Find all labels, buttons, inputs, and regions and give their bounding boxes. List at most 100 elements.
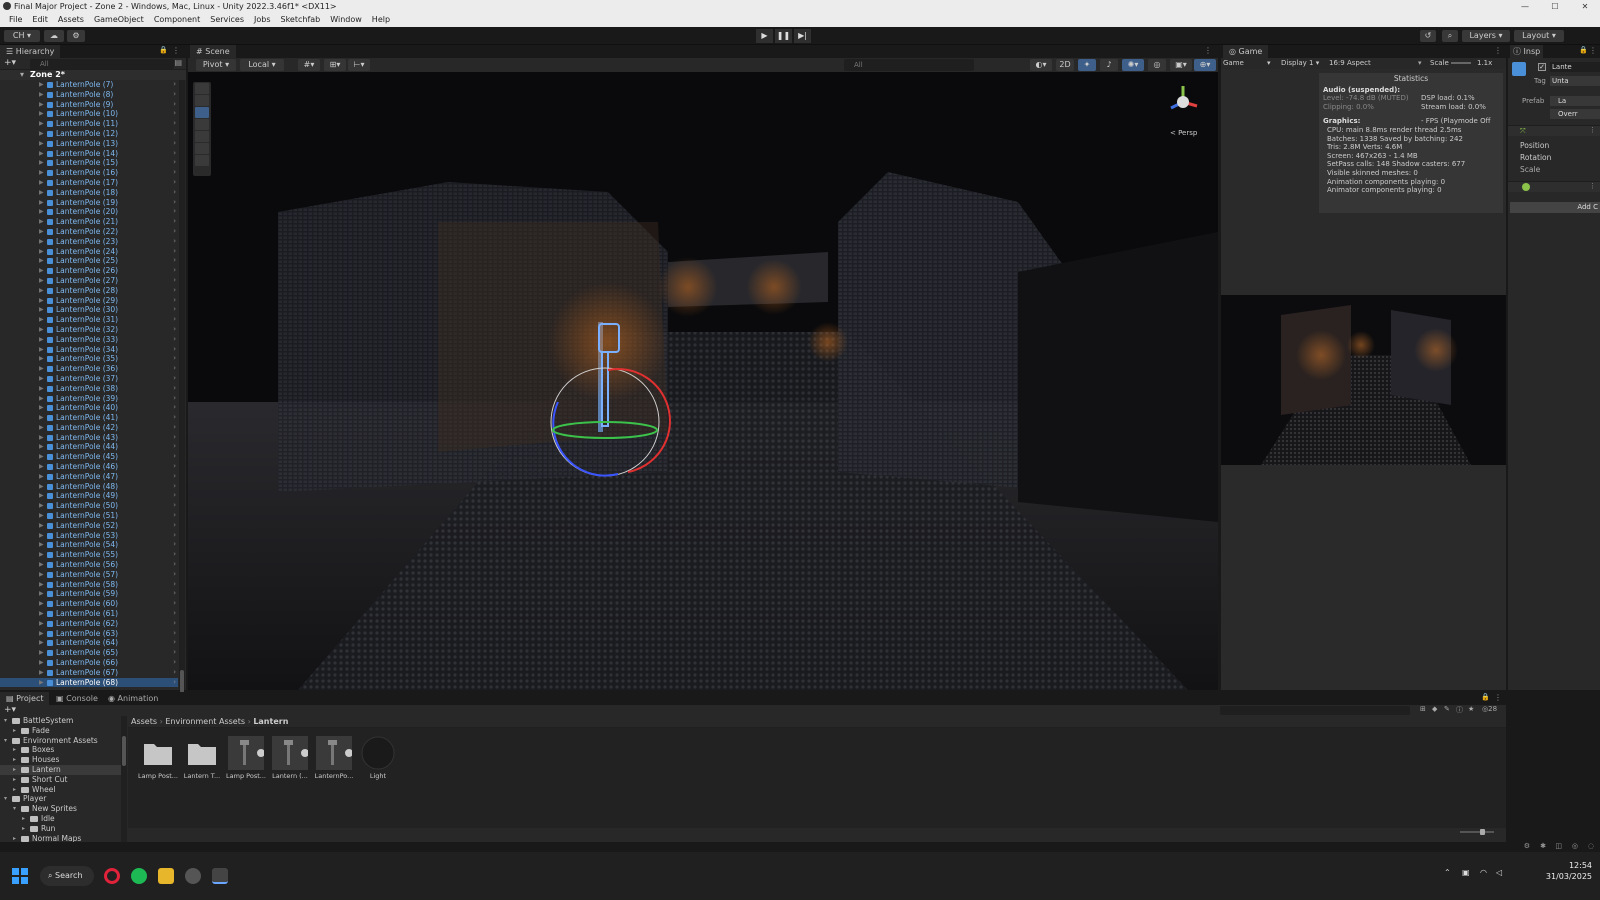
chevron-down-icon[interactable]: ▾ [4, 716, 7, 726]
scale-slider[interactable] [1451, 62, 1471, 64]
chevron-right-icon[interactable]: › [173, 394, 176, 404]
chevron-right-icon[interactable]: ▸ [13, 785, 16, 795]
chevron-right-icon[interactable]: › [173, 158, 176, 168]
chevron-right-icon[interactable]: › [173, 521, 176, 531]
chevron-right-icon[interactable]: › [173, 452, 176, 462]
hierarchy-item[interactable]: ▶ LanternPole (33) › [0, 335, 178, 345]
chevron-right-icon[interactable]: › [173, 90, 176, 100]
chevron-right-icon[interactable]: ▸ [22, 814, 25, 824]
expand-arrow-icon[interactable]: ▶ [39, 648, 44, 658]
game-viewport[interactable] [1221, 295, 1506, 465]
chevron-right-icon[interactable]: ▸ [13, 726, 16, 736]
account-button[interactable]: CH ▾ [4, 30, 40, 42]
more-icon[interactable]: ⋮ [1494, 46, 1502, 55]
chevron-right-icon[interactable]: › [173, 237, 176, 247]
persp-label[interactable]: < Persp [1170, 129, 1197, 137]
hierarchy-item[interactable]: ▶ LanternPole (11) › [0, 119, 178, 129]
expand-arrow-icon[interactable]: ▶ [39, 374, 44, 384]
expand-arrow-icon[interactable]: ▶ [39, 501, 44, 511]
hierarchy-item[interactable]: ▶ LanternPole (66) › [0, 658, 178, 668]
chevron-right-icon[interactable]: › [173, 276, 176, 286]
breadcrumb-lantern[interactable]: Lantern [253, 717, 288, 726]
visibility-icon[interactable]: ◎ [1148, 59, 1166, 71]
expand-arrow-icon[interactable]: ▶ [39, 394, 44, 404]
chevron-right-icon[interactable]: › [173, 560, 176, 570]
chevron-right-icon[interactable]: › [173, 178, 176, 188]
expand-arrow-icon[interactable]: ▶ [39, 80, 44, 90]
network-icon[interactable]: ◫ [1555, 842, 1562, 850]
expand-arrow-icon[interactable]: ▶ [39, 149, 44, 159]
zoom-slider-thumb[interactable] [1480, 829, 1485, 835]
hierarchy-item[interactable]: ▶ LanternPole (51) › [0, 511, 178, 521]
chevron-down-icon[interactable]: ▾ [4, 736, 7, 746]
hierarchy-item[interactable]: ▶ LanternPole (20) › [0, 207, 178, 217]
chevron-right-icon[interactable]: › [173, 668, 176, 678]
prefab-field[interactable]: La [1550, 96, 1600, 106]
tab-animation[interactable]: ◉ Animation [102, 692, 164, 705]
chevron-right-icon[interactable]: › [173, 423, 176, 433]
hierarchy-item[interactable]: ▶ LanternPole (65) › [0, 648, 178, 658]
chevron-right-icon[interactable]: › [173, 296, 176, 306]
expand-arrow-icon[interactable]: ▶ [39, 540, 44, 550]
menu-component[interactable]: Component [149, 13, 205, 27]
asset-item[interactable]: Lantern T... [182, 736, 222, 786]
camera-icon[interactable]: ▣▾ [1170, 59, 1192, 71]
local-dropdown[interactable]: Local ▾ [240, 59, 284, 71]
chevron-right-icon[interactable]: › [173, 609, 176, 619]
gizmos-icon[interactable]: ⊕▾ [1194, 59, 1216, 71]
add-icon[interactable]: +▾ [4, 58, 16, 68]
component-menu-icon[interactable]: ⋮ [1589, 182, 1596, 190]
hierarchy-item[interactable]: ▶ LanternPole (45) › [0, 452, 178, 462]
collab-icon[interactable]: ⚙ [67, 30, 85, 42]
expand-arrow-icon[interactable]: ▶ [39, 256, 44, 266]
expand-arrow-icon[interactable]: ▶ [39, 678, 44, 688]
pivot-dropdown[interactable]: Pivot ▾ [196, 59, 236, 71]
hierarchy-item[interactable]: ▶ LanternPole (37) › [0, 374, 178, 384]
hierarchy-item[interactable]: ▶ LanternPole (7) › [0, 80, 178, 90]
hierarchy-item[interactable]: ▶ LanternPole (21) › [0, 217, 178, 227]
expand-arrow-icon[interactable]: ▶ [39, 158, 44, 168]
folder-tree-item[interactable]: ▸ Normal Maps [0, 834, 124, 842]
folder-tree-item[interactable]: ▸ Lantern [0, 764, 124, 775]
snap-icon[interactable]: ⊞▾ [324, 59, 346, 71]
cloud-icon[interactable]: ☁ [44, 30, 64, 42]
lock-icon[interactable]: 🔒 [159, 46, 168, 54]
folder-tree-item[interactable]: ▸ Boxes [0, 745, 124, 755]
expand-arrow-icon[interactable]: ▶ [39, 237, 44, 247]
asset-item[interactable]: Lantern (... [270, 736, 310, 786]
tab-game[interactable]: ◎ Game [1223, 45, 1269, 58]
expand-arrow-icon[interactable]: ▶ [39, 599, 44, 609]
chevron-right-icon[interactable]: › [173, 345, 176, 355]
hierarchy-item[interactable]: ▶ LanternPole (30) › [0, 305, 178, 315]
unity-editor-icon[interactable] [212, 868, 228, 884]
hierarchy-item[interactable]: ▶ LanternPole (29) › [0, 296, 178, 306]
hierarchy-item[interactable]: ▶ LanternPole (14) › [0, 149, 178, 159]
expand-arrow-icon[interactable]: ▶ [39, 207, 44, 217]
chevron-right-icon[interactable]: › [173, 198, 176, 208]
debug-icon[interactable]: ⚙ [1524, 842, 1530, 850]
chevron-right-icon[interactable]: › [173, 188, 176, 198]
expand-arrow-icon[interactable]: ▶ [39, 198, 44, 208]
hierarchy-item[interactable]: ▶ LanternPole (23) › [0, 237, 178, 247]
chevron-right-icon[interactable]: › [173, 315, 176, 325]
expand-arrow-icon[interactable]: ▶ [39, 276, 44, 286]
expand-arrow-icon[interactable]: ▶ [39, 589, 44, 599]
chevron-right-icon[interactable]: › [173, 678, 176, 688]
expand-arrow-icon[interactable]: ▶ [39, 521, 44, 531]
hierarchy-item[interactable]: ▶ LanternPole (40) › [0, 403, 178, 413]
folder-tree-item[interactable]: ▾ Environment Assets [0, 736, 124, 746]
search-by-type-icon[interactable]: ⊞ [1420, 705, 1426, 713]
hierarchy-item[interactable]: ▶ LanternPole (68) › [0, 677, 178, 688]
add-component-button[interactable]: Add C [1510, 202, 1600, 213]
hierarchy-item[interactable]: ▶ LanternPole (24) › [0, 247, 178, 257]
expand-arrow-icon[interactable]: ▶ [39, 119, 44, 129]
hierarchy-item[interactable]: ▶ LanternPole (46) › [0, 462, 178, 472]
object-name-input[interactable]: Lante [1550, 62, 1600, 72]
expand-arrow-icon[interactable]: ▶ [39, 266, 44, 276]
expand-arrow-icon[interactable]: ▶ [39, 580, 44, 590]
tree-scroll-thumb[interactable] [122, 736, 126, 766]
folder-tree-item[interactable]: ▸ Run [0, 824, 124, 834]
search-by-label-icon[interactable]: ◆ [1432, 705, 1437, 713]
folder-tree-item[interactable]: ▸ Houses [0, 755, 124, 765]
expand-arrow-icon[interactable]: ▶ [39, 168, 44, 178]
